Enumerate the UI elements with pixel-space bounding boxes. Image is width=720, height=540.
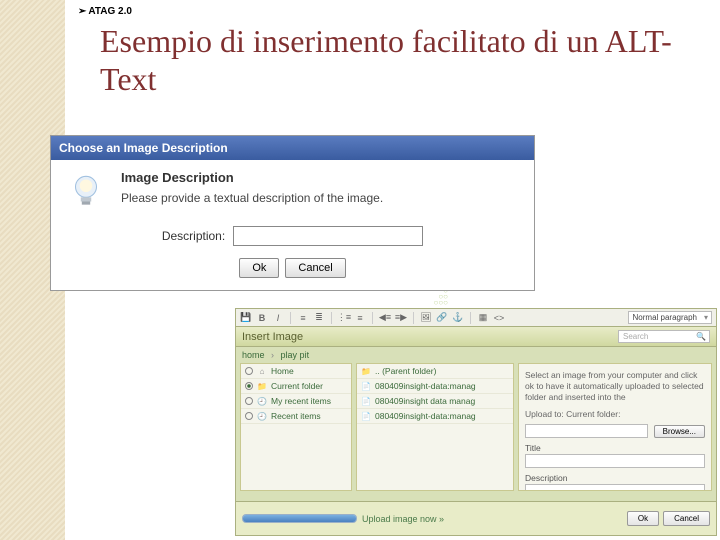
- nav-column: ⌂Home 📁Current folder 🕘My recent items 🕘…: [240, 363, 352, 491]
- details-column: Select an image from your computer and c…: [518, 363, 712, 491]
- search-input[interactable]: Search: [618, 330, 710, 343]
- upload-label: Upload to: Current folder:: [525, 409, 705, 420]
- title-input[interactable]: [525, 454, 705, 468]
- file-icon: 📄: [361, 381, 371, 391]
- list-bullet-icon[interactable]: ⋮≡: [338, 312, 350, 324]
- bold-icon[interactable]: B: [256, 312, 268, 324]
- description-input[interactable]: [233, 226, 423, 246]
- save-icon[interactable]: 💾: [240, 312, 252, 324]
- folder-up-icon: 📁: [361, 366, 371, 376]
- dialog-heading: Image Description: [121, 170, 520, 185]
- editor-toolbar: 💾 B I ≡ ≣ ⋮≡ ≡ ◀≡ ≡▶ 🖼 🔗 ⚓ ▦ <> Normal p…: [236, 309, 716, 327]
- file-item-parent[interactable]: 📁.. (Parent folder): [357, 364, 513, 379]
- recent-icon: 🕘: [257, 396, 267, 406]
- help-text: Select an image from your computer and c…: [525, 370, 705, 403]
- description-textarea[interactable]: [525, 484, 705, 491]
- table-icon[interactable]: ▦: [477, 312, 489, 324]
- file-column: 📁.. (Parent folder) 📄080409insight-data:…: [356, 363, 514, 491]
- file-item[interactable]: 📄080409insight-data:manag: [357, 409, 513, 424]
- paragraph-style-select[interactable]: Normal paragraph: [628, 311, 712, 324]
- upload-caption: Upload image now »: [362, 514, 444, 524]
- nav-item-recent[interactable]: 🕘Recent items: [241, 409, 351, 424]
- home-icon: ⌂: [257, 366, 267, 376]
- panel-title-text: Insert Image: [242, 331, 303, 343]
- nav-item-myrecent[interactable]: 🕘My recent items: [241, 394, 351, 409]
- italic-icon[interactable]: I: [272, 312, 284, 324]
- dialog-ok-button[interactable]: Ok: [627, 511, 659, 526]
- cancel-button[interactable]: Cancel: [285, 258, 345, 278]
- image-description-dialog: Choose an Image Description Image Descri…: [50, 135, 535, 291]
- breadcrumb-item[interactable]: home: [242, 350, 265, 360]
- browse-button[interactable]: Browse...: [654, 425, 705, 438]
- align-left-icon[interactable]: ≡: [297, 312, 309, 324]
- image-icon[interactable]: 🖼: [420, 312, 432, 324]
- indent-icon[interactable]: ≡▶: [395, 312, 407, 324]
- anchor-icon[interactable]: ⚓: [452, 312, 464, 324]
- recent-icon: 🕘: [257, 411, 267, 421]
- slide-tag: ATAG 2.0: [78, 6, 132, 17]
- lightbulb-icon: [65, 170, 107, 212]
- code-icon[interactable]: <>: [493, 312, 505, 324]
- file-path-input[interactable]: [525, 424, 648, 438]
- nav-item-home[interactable]: ⌂Home: [241, 364, 351, 379]
- slide-title: Esempio di inserimento facilitato di un …: [100, 22, 720, 99]
- nav-item-current[interactable]: 📁Current folder: [241, 379, 351, 394]
- file-item[interactable]: 📄080409insight-data:manag: [357, 379, 513, 394]
- desc-label: Description: [525, 473, 705, 484]
- link-icon[interactable]: 🔗: [436, 312, 448, 324]
- ok-button[interactable]: Ok: [239, 258, 279, 278]
- file-icon: 📄: [361, 396, 371, 406]
- file-item[interactable]: 📄080409insight data manag: [357, 394, 513, 409]
- insert-image-dialog: 💾 B I ≡ ≣ ⋮≡ ≡ ◀≡ ≡▶ 🖼 🔗 ⚓ ▦ <> Normal p…: [235, 308, 717, 536]
- upload-status[interactable]: Upload image now »: [242, 514, 444, 524]
- description-label: Description:: [162, 229, 225, 243]
- breadcrumb-item[interactable]: play pit: [281, 350, 310, 360]
- title-label: Title: [525, 443, 705, 454]
- file-icon: 📄: [361, 411, 371, 421]
- dialog-prompt: Please provide a textual description of …: [121, 191, 520, 205]
- folder-icon: 📁: [257, 381, 267, 391]
- outdent-icon[interactable]: ◀≡: [379, 312, 391, 324]
- dialog-footer: Upload image now » Ok Cancel: [236, 501, 716, 535]
- panel-title: Insert Image Search: [236, 327, 716, 347]
- upload-progress: [242, 514, 357, 523]
- breadcrumb: home › play pit: [236, 347, 716, 363]
- dialog-cancel-button[interactable]: Cancel: [663, 511, 710, 526]
- dialog-title-bar: Choose an Image Description: [51, 136, 534, 160]
- align-center-icon[interactable]: ≣: [313, 312, 325, 324]
- list-number-icon[interactable]: ≡: [354, 312, 366, 324]
